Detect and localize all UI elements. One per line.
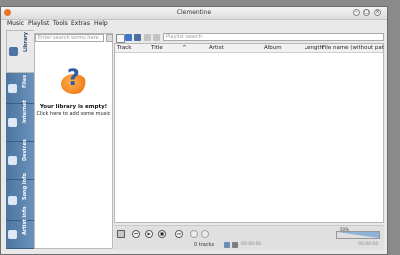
save-playlist-icon[interactable] (134, 34, 141, 41)
stop-button[interactable]: ■ (158, 230, 166, 238)
tab-devices[interactable]: Devices (6, 138, 34, 180)
main-window: Clementine – □ × Music Playlist Tools Ex… (0, 6, 388, 255)
add-music-link[interactable]: Click here to add some music (35, 111, 112, 117)
tab-label: Devices (22, 138, 28, 161)
column-filename[interactable]: File name (without path) (322, 45, 384, 51)
playlist-menu-icon[interactable] (117, 230, 125, 238)
tab-internet[interactable]: Internet (6, 99, 34, 142)
window-title: Clementine (176, 9, 212, 16)
library-icon (9, 47, 18, 56)
song-info-icon (8, 195, 17, 205)
column-album[interactable]: Album (264, 45, 282, 51)
tab-label: Files (22, 74, 28, 88)
track-count: 0 tracks (194, 242, 215, 248)
column-length[interactable]: Length (305, 45, 323, 51)
load-playlist-icon[interactable] (125, 34, 132, 41)
folder-icon (8, 83, 17, 93)
library-search-input[interactable]: Enter search terms here (35, 34, 104, 42)
empty-library-icon: ? (61, 66, 87, 94)
menu-playlist[interactable]: Playlist (28, 20, 49, 27)
sidebar-tabs: Library Files Internet Devices Song info… (6, 30, 34, 249)
sort-indicator: ^ (182, 45, 187, 51)
menu-bar: Music Playlist Tools Extras Help (1, 19, 387, 28)
library-options-button[interactable] (106, 34, 113, 42)
volume-slider[interactable] (336, 231, 380, 239)
question-mark: ? (67, 66, 80, 91)
love-button[interactable] (190, 230, 198, 238)
redo-icon[interactable] (153, 34, 160, 41)
repeat-icon[interactable] (232, 242, 238, 248)
artist-info-icon (8, 230, 17, 239)
tab-library[interactable]: Library (6, 30, 34, 73)
empty-library-title: Your library is empty! (39, 104, 108, 110)
internet-icon (8, 118, 17, 127)
desktop-background (388, 6, 400, 255)
playlist-header: Track Title ^ Artist Album Length File n… (115, 44, 384, 53)
tab-files[interactable]: Files (6, 73, 34, 104)
previous-button[interactable]: ⏮ (132, 230, 140, 238)
tab-label: Internet (22, 99, 28, 123)
maximize-button[interactable]: □ (363, 9, 370, 16)
menu-extras[interactable]: Extras (71, 20, 90, 27)
playlist-area: Playlist search Track Title ^ Artist Alb… (114, 33, 384, 223)
playlist-search-input[interactable]: Playlist search (163, 33, 384, 41)
tab-label: Artist info (22, 206, 28, 235)
minimize-button[interactable]: – (353, 9, 360, 16)
time-total: 00:00:00 (358, 242, 379, 247)
next-button[interactable]: ⏭ (175, 230, 183, 238)
shuffle-icon[interactable] (224, 242, 230, 248)
undo-icon[interactable] (144, 34, 151, 41)
ban-button[interactable] (201, 230, 209, 238)
tab-label: Song info (22, 173, 28, 200)
close-button[interactable]: × (374, 9, 381, 16)
device-icon (8, 156, 17, 165)
menu-help[interactable]: Help (94, 20, 108, 27)
playlist-table[interactable]: Track Title ^ Artist Album Length File n… (114, 43, 384, 223)
play-button[interactable]: ▶ (145, 230, 153, 238)
tab-label: Library (23, 31, 29, 52)
playlist-toolbar: Playlist search (114, 33, 384, 43)
column-title[interactable]: Title (151, 45, 163, 51)
column-track[interactable]: Track (117, 45, 131, 51)
menu-music[interactable]: Music (7, 20, 24, 27)
time-elapsed: 00:00:00 (241, 242, 262, 247)
new-playlist-icon[interactable] (116, 34, 125, 43)
library-panel: Enter search terms here ? Your library i… (34, 33, 113, 249)
column-artist[interactable]: Artist (209, 45, 224, 51)
tab-song-info[interactable]: Song info (6, 173, 34, 221)
menu-tools[interactable]: Tools (53, 20, 68, 27)
tab-artist-info[interactable]: Artist info (6, 206, 34, 249)
player-controls: ⏮ ▶ ■ ⏭ 0 tracks 00:00:00 00:00:00 50% (114, 225, 384, 250)
